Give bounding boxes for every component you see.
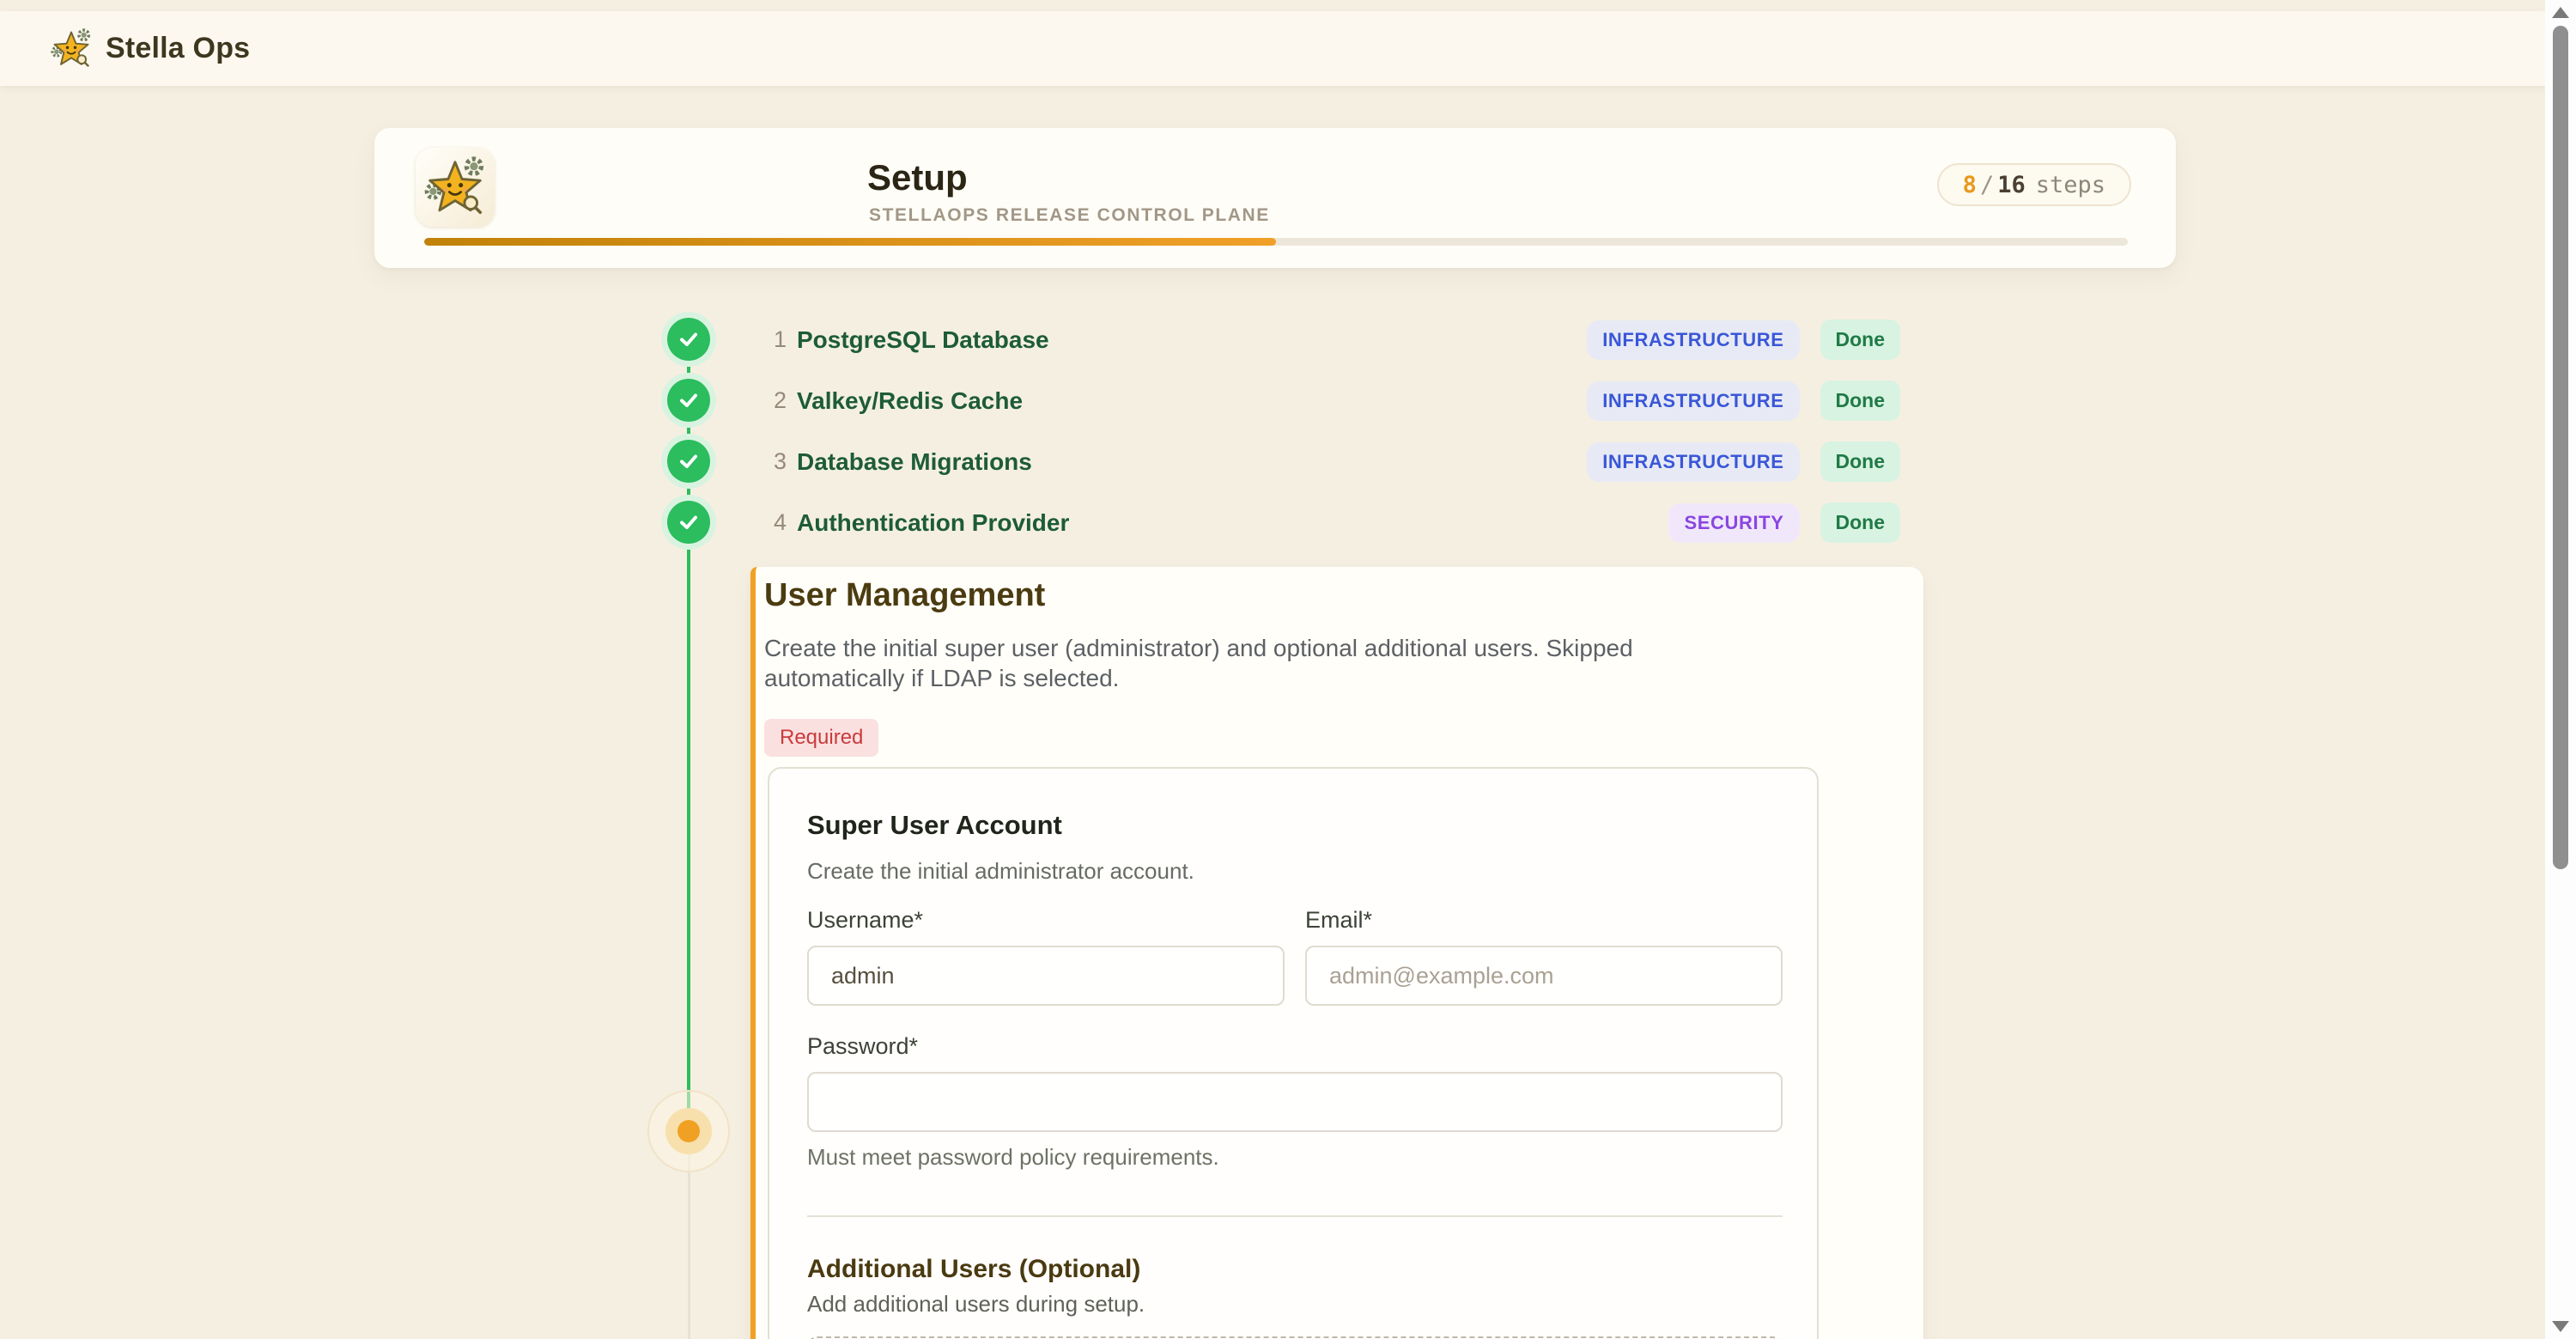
email-input[interactable]	[1305, 946, 1783, 1006]
password-hint: Must meet password policy requirements.	[807, 1144, 1779, 1171]
additional-users-title: Additional Users (Optional)	[807, 1255, 1779, 1284]
step-number: 1	[764, 326, 787, 353]
step-status-badge: Done	[1820, 441, 1901, 482]
super-user-subtitle: Create the initial administrator account…	[807, 858, 1779, 885]
username-input[interactable]	[807, 946, 1285, 1006]
email-label: Email*	[1305, 907, 1783, 934]
step-badges: SECURITY Done	[1668, 502, 1900, 543]
step-done-check-icon	[667, 440, 710, 483]
step-category-badge: INFRASTRUCTURE	[1587, 320, 1799, 360]
current-step-dot	[677, 1120, 700, 1142]
setup-subtitle: STELLAOPS RELEASE CONTROL PLANE	[869, 205, 1270, 226]
password-input[interactable]	[807, 1072, 1783, 1132]
step-category-badge: INFRASTRUCTURE	[1587, 442, 1799, 482]
setup-mascot-icon	[422, 154, 489, 221]
steps-done-count: 8	[1963, 172, 1977, 198]
step-status-badge: Done	[1820, 502, 1901, 543]
timeline-line-upcoming	[688, 1151, 690, 1339]
additional-users-subtitle: Add additional users during setup.	[807, 1291, 1779, 1318]
steps-suffix: steps	[2026, 172, 2105, 198]
step-title: Authentication Provider	[797, 509, 1069, 537]
section-divider	[807, 1215, 1783, 1217]
user-management-card: User Management Create the initial super…	[750, 567, 1923, 1339]
vertical-scrollbar	[2545, 0, 2576, 1339]
steps-total-count: 16	[1997, 172, 2026, 198]
password-label: Password*	[807, 1033, 1779, 1060]
steps-slash: /	[1977, 172, 1997, 198]
step-title: Database Migrations	[797, 448, 1032, 476]
step-title: PostgreSQL Database	[797, 326, 1049, 354]
step-badges: INFRASTRUCTURE Done	[1587, 320, 1900, 360]
required-badge: Required	[764, 719, 878, 757]
step-row[interactable]: 4 Authentication Provider SECURITY Done	[764, 492, 1900, 553]
step-done-check-icon	[667, 318, 710, 361]
super-user-card: Super User Account Create the initial ad…	[768, 767, 1819, 1339]
step-row[interactable]: 2 Valkey/Redis Cache INFRASTRUCTURE Done	[764, 370, 1900, 431]
setup-logo	[416, 148, 495, 227]
step-category-badge: SECURITY	[1668, 503, 1799, 543]
step-row[interactable]: 1 PostgreSQL Database INFRASTRUCTURE Don…	[764, 309, 1900, 370]
steps-count-badge: 8 / 16 steps	[1937, 163, 2131, 206]
app-page: Stella Ops Setup STELLAOPS RELEASE CONTR…	[0, 0, 2545, 1339]
brand-logo-icon	[49, 27, 94, 71]
user-management-title: User Management	[764, 577, 1923, 614]
step-number: 3	[764, 448, 787, 475]
username-label: Username*	[807, 907, 1285, 934]
step-number: 2	[764, 387, 787, 414]
step-done-check-icon	[667, 379, 710, 422]
step-row[interactable]: 3 Database Migrations INFRASTRUCTURE Don…	[764, 431, 1900, 492]
setup-progress-track	[424, 238, 2128, 246]
setup-progress-card: Setup STELLAOPS RELEASE CONTROL PLANE 8 …	[374, 128, 2176, 268]
setup-title: Setup	[867, 157, 968, 198]
super-user-title: Super User Account	[807, 810, 1779, 841]
scrollbar-down-arrow-icon[interactable]	[2552, 1321, 2569, 1332]
step-title: Valkey/Redis Cache	[797, 387, 1023, 415]
app-header: Stella Ops	[0, 11, 2545, 86]
scrollbar-thumb[interactable]	[2553, 26, 2568, 869]
step-badges: INFRASTRUCTURE Done	[1587, 380, 1900, 421]
setup-progress-fill	[424, 238, 1276, 246]
step-status-badge: Done	[1820, 380, 1901, 421]
step-badges: INFRASTRUCTURE Done	[1587, 441, 1900, 482]
brand-name: Stella Ops	[106, 32, 250, 65]
timeline-check-circles	[667, 318, 710, 562]
step-category-badge: INFRASTRUCTURE	[1587, 381, 1799, 421]
scrollbar-up-arrow-icon[interactable]	[2552, 7, 2569, 18]
user-management-description: Create the initial super user (administr…	[764, 633, 1735, 693]
step-status-badge: Done	[1820, 320, 1901, 360]
step-done-check-icon	[667, 501, 710, 544]
step-number: 4	[764, 509, 787, 536]
completed-steps-list: 1 PostgreSQL Database INFRASTRUCTURE Don…	[764, 309, 1900, 553]
